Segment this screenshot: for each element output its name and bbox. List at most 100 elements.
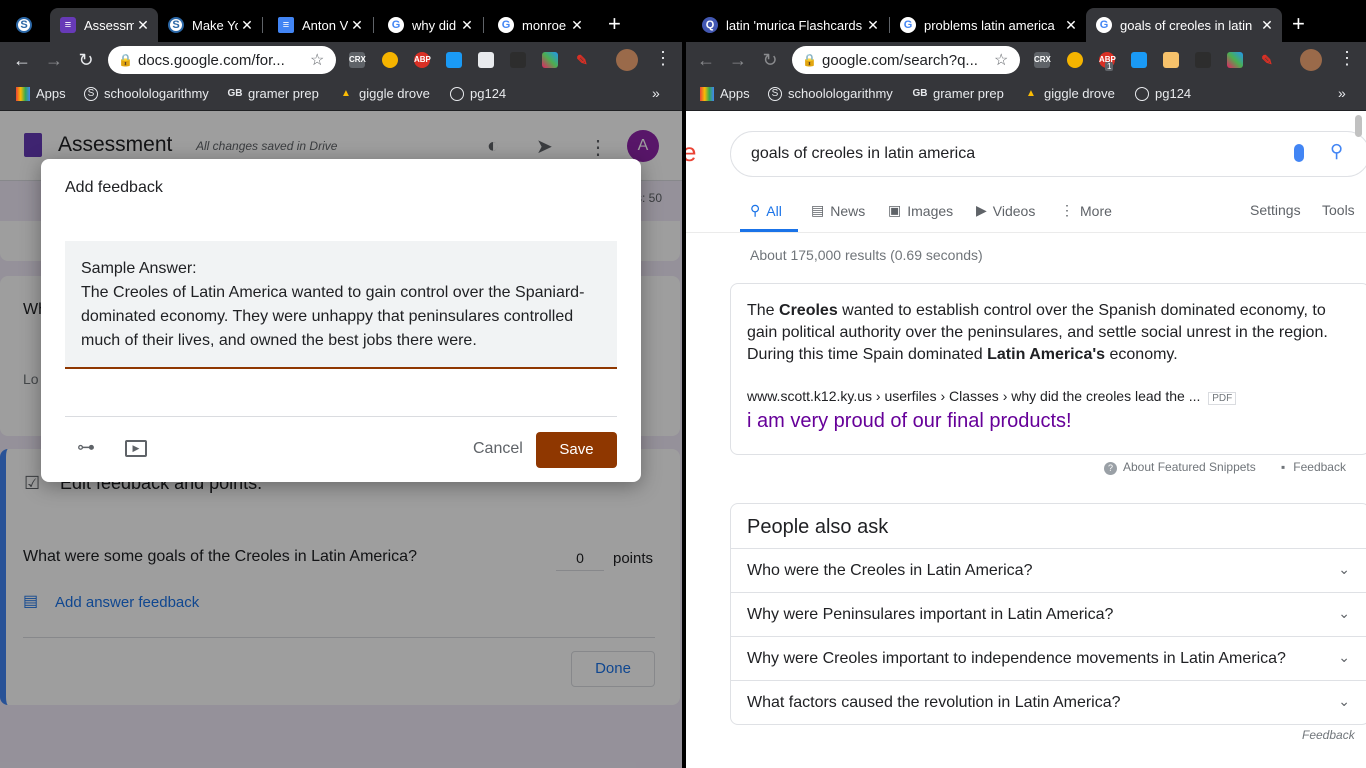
color-extension-icon[interactable] bbox=[542, 52, 558, 68]
bookmark-label: pg124 bbox=[470, 86, 507, 101]
bookmark-schoolologarithmy[interactable]: S schoolologarithmy bbox=[84, 86, 209, 101]
feedback-textarea[interactable]: Sample Answer: The Creoles of Latin Amer… bbox=[65, 241, 617, 369]
menu-icon[interactable]: ⋮ bbox=[654, 48, 672, 69]
address-bar[interactable]: 🔒 google.com/search?q... ☆ bbox=[792, 46, 1020, 74]
close-icon[interactable]: ✕ bbox=[348, 17, 366, 34]
bookmark-giggle-drove[interactable]: ▲ giggle drove bbox=[1024, 86, 1115, 101]
google-icon: G bbox=[900, 17, 916, 33]
search-icon[interactable]: ⚲ bbox=[1330, 141, 1343, 162]
result-link[interactable]: i am very proud of our final products! bbox=[747, 410, 1072, 433]
bookmark-star-icon[interactable]: ☆ bbox=[994, 50, 1020, 70]
bookmark-apps[interactable]: Apps bbox=[16, 86, 66, 101]
bookmark-schoolologarithmy[interactable]: S schoolologarithmy bbox=[768, 86, 893, 101]
address-bar[interactable]: 🔒 docs.google.com/for... ☆ bbox=[108, 46, 336, 74]
feedback-label: Feedback bbox=[1293, 460, 1346, 474]
forward-button[interactable]: → bbox=[42, 48, 66, 72]
menu-icon[interactable]: ⋮ bbox=[1338, 48, 1356, 69]
tab-assessment[interactable]: ≡ Assessm ✕ bbox=[50, 8, 158, 42]
bookmark-pg124[interactable]: pg124 bbox=[1135, 86, 1191, 101]
settings-link[interactable]: Settings bbox=[1250, 202, 1301, 218]
close-icon[interactable]: ✕ bbox=[1258, 17, 1276, 34]
tab-goals-of-creoles[interactable]: G goals of creoles in latin ✕ bbox=[1086, 8, 1282, 42]
tab-why-did[interactable]: G why did ✕ bbox=[378, 8, 482, 42]
more-bookmarks-icon[interactable]: » bbox=[1338, 85, 1346, 101]
close-icon[interactable]: ✕ bbox=[134, 17, 152, 34]
crx-extension-icon[interactable]: CRX bbox=[349, 52, 366, 68]
tab-news[interactable]: ▤ News bbox=[811, 202, 865, 219]
close-icon[interactable]: ✕ bbox=[1062, 17, 1080, 34]
tab-anton[interactable]: ≡ Anton V ✕ bbox=[268, 8, 372, 42]
tab-quizlet[interactable]: Q latin 'murica Flashcards ✕ bbox=[692, 8, 888, 42]
adblock-extension-icon[interactable]: ABP bbox=[414, 52, 431, 68]
tab-separator bbox=[262, 17, 263, 33]
back-button[interactable]: ← bbox=[10, 48, 34, 72]
owl-extension-icon[interactable] bbox=[1067, 52, 1083, 68]
crx-extension-icon[interactable]: CRX bbox=[1034, 52, 1051, 68]
video-icon[interactable]: ▶ bbox=[125, 440, 147, 457]
box-extension-icon[interactable] bbox=[1163, 52, 1179, 68]
snippet-feedback-link[interactable]: ▪ Feedback bbox=[1281, 460, 1346, 474]
checkmark-extension-icon[interactable] bbox=[446, 52, 462, 68]
back-button[interactable]: ← bbox=[694, 48, 718, 72]
profile-avatar[interactable] bbox=[1300, 49, 1322, 71]
forms-icon: ≡ bbox=[60, 17, 76, 33]
tab-more[interactable]: ⋮ More bbox=[1060, 202, 1112, 219]
tab-title: Make Yo bbox=[192, 17, 238, 33]
save-button[interactable]: Save bbox=[536, 432, 617, 468]
paa-title: People also ask bbox=[747, 516, 889, 538]
paa-question[interactable]: Who were the Creoles in Latin America? ⌄ bbox=[731, 548, 1366, 592]
pen-extension-icon[interactable]: ✎ bbox=[574, 52, 590, 68]
new-tab-button[interactable]: + bbox=[608, 12, 621, 36]
close-icon[interactable]: ✕ bbox=[568, 17, 586, 34]
reload-button[interactable]: ↻ bbox=[758, 48, 782, 72]
paa-question[interactable]: Why were Peninsulares important in Latin… bbox=[731, 592, 1366, 636]
search-box[interactable]: goals of creoles in latin america bbox=[730, 131, 1366, 177]
bookmark-gramer-prep[interactable]: GB gramer prep bbox=[913, 86, 1004, 101]
close-icon[interactable]: ✕ bbox=[458, 17, 476, 34]
paa-question[interactable]: Why were Creoles important to independen… bbox=[731, 636, 1366, 680]
tab-problems-latin-america[interactable]: G problems latin america ✕ bbox=[890, 8, 1086, 42]
leaf-extension-icon[interactable] bbox=[1195, 52, 1211, 68]
tab-monroe[interactable]: G monroe ✕ bbox=[488, 8, 592, 42]
pen-extension-icon[interactable]: ✎ bbox=[1259, 52, 1275, 68]
about-featured-snippets[interactable]: ? About Featured Snippets bbox=[1104, 460, 1256, 475]
new-tab-button[interactable]: + bbox=[1292, 12, 1305, 36]
color-extension-icon[interactable] bbox=[1227, 52, 1243, 68]
flag-icon: ▪ bbox=[1281, 460, 1286, 474]
bookmark-pg124[interactable]: pg124 bbox=[450, 86, 506, 101]
snippet-text-part: wanted to establish control over the Spa… bbox=[837, 302, 1326, 319]
paa-feedback-link[interactable]: Feedback bbox=[1302, 728, 1355, 742]
bookmark-giggle-drove[interactable]: ▲ giggle drove bbox=[339, 86, 430, 101]
tab-videos[interactable]: ▶ Videos bbox=[976, 202, 1035, 219]
reload-button[interactable]: ↻ bbox=[74, 48, 98, 72]
bookmark-apps[interactable]: Apps bbox=[700, 86, 750, 101]
paa-question[interactable]: What factors caused the revolution in La… bbox=[731, 680, 1366, 724]
browser-toolbar: ← → ↻ 🔒 google.com/search?q... ☆ CRX ABP… bbox=[686, 42, 1366, 78]
checkmark-extension-icon[interactable] bbox=[1131, 52, 1147, 68]
mic-icon[interactable] bbox=[1294, 144, 1304, 162]
tools-link[interactable]: Tools bbox=[1322, 202, 1355, 218]
snippet-bold: Creoles bbox=[779, 302, 838, 319]
close-icon[interactable]: ✕ bbox=[864, 17, 882, 34]
bookmark-star-icon[interactable]: ☆ bbox=[310, 50, 336, 70]
bookmark-gramer-prep[interactable]: GB gramer prep bbox=[228, 86, 319, 101]
feedback-line: much of their lives, and owned the best … bbox=[81, 332, 477, 349]
tab-images[interactable]: ▣ Images bbox=[888, 202, 953, 219]
scrollbar[interactable] bbox=[1355, 115, 1362, 137]
cancel-button[interactable]: Cancel bbox=[473, 440, 523, 458]
tab-schoology[interactable]: S bbox=[6, 8, 48, 42]
bookmark-label: schoolologarithmy bbox=[788, 86, 893, 101]
tab-all[interactable]: ⚲ All bbox=[750, 202, 782, 219]
tab-strip: Q latin 'murica Flashcards ✕ G problems … bbox=[686, 0, 1366, 42]
owl-extension-icon[interactable] bbox=[382, 52, 398, 68]
link-icon[interactable]: ⊶ bbox=[77, 437, 95, 458]
profile-avatar[interactable] bbox=[616, 49, 638, 71]
clipboard-extension-icon[interactable] bbox=[478, 52, 494, 68]
docs-icon: ≡ bbox=[278, 17, 294, 33]
close-icon[interactable]: ✕ bbox=[238, 17, 256, 34]
more-bookmarks-icon[interactable]: » bbox=[652, 85, 660, 101]
forward-button[interactable]: → bbox=[726, 48, 750, 72]
leaf-extension-icon[interactable] bbox=[510, 52, 526, 68]
google-logo-fragment[interactable]: e bbox=[686, 137, 696, 168]
tab-make-your[interactable]: S Make Yo ✕ bbox=[158, 8, 262, 42]
